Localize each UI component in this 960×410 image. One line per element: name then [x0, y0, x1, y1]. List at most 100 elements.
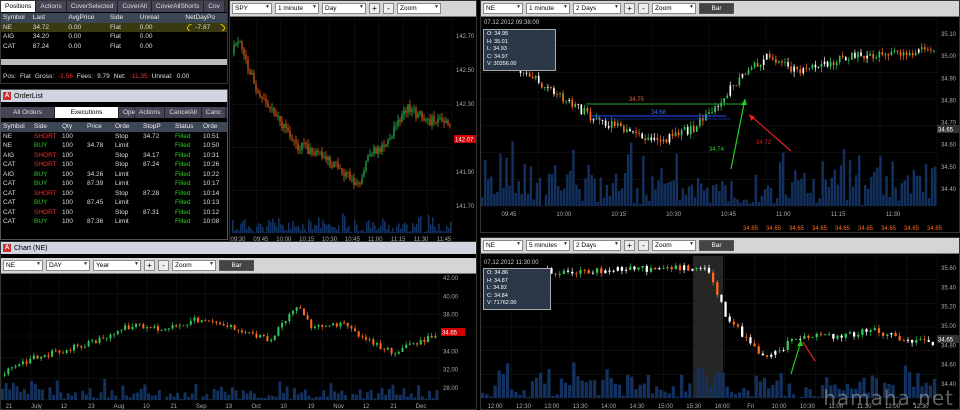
volume-bar: [430, 224, 432, 233]
cover-all-shorts-button[interactable]: CoverAllShorts: [151, 1, 205, 12]
col-price[interactable]: Price: [85, 123, 113, 130]
tab-executions[interactable]: Executions: [55, 107, 119, 118]
zoom-in-button[interactable]: +: [624, 3, 635, 14]
zoom-out-button[interactable]: -: [638, 240, 649, 251]
bar-style-button[interactable]: Bar: [699, 240, 734, 251]
candle-body: [815, 333, 818, 338]
spy-price-chart[interactable]: 142.70142.50142.30142.10141.90141.7009:3…: [230, 1, 477, 243]
volume-bar: [278, 218, 280, 233]
symbol-select[interactable]: NE ▼: [3, 260, 43, 271]
candle-body: [714, 106, 716, 113]
zoom-select[interactable]: Zoom ▼: [397, 3, 441, 14]
zoom-select[interactable]: Zoom ▼: [652, 3, 696, 14]
bar-style-button[interactable]: Bar: [219, 260, 254, 271]
table-row[interactable]: CAT BUY 100 87.36 Limit Filled 10:08: [1, 217, 227, 227]
interval-select[interactable]: DAY ▼: [46, 260, 90, 271]
cover-selected-button[interactable]: CoverSelected: [66, 1, 119, 12]
zoom-select[interactable]: Zoom ▼: [652, 240, 696, 251]
candle-body: [193, 317, 196, 321]
col-stop-price[interactable]: StopP: [141, 123, 173, 130]
cancel-all-button[interactable]: CancelAll: [165, 107, 202, 118]
candle-body: [346, 323, 349, 327]
col-avgprice[interactable]: AvgPrice: [66, 14, 108, 21]
volume-bar: [314, 396, 318, 400]
candle-body: [571, 271, 574, 274]
interval-select[interactable]: 5 minutes ▼: [526, 240, 570, 251]
volume-bar: [139, 388, 143, 400]
col-symbol[interactable]: Symbol: [1, 123, 32, 130]
table-row[interactable]: NE BUY 100 34.78 Limit Filled 10:50: [1, 141, 227, 151]
interval-select[interactable]: 1 minute ▼: [526, 3, 570, 14]
table-row[interactable]: AIG BUY 100 34.26 Limit Filled 10:22: [1, 170, 227, 180]
col-symbol[interactable]: Symbol: [1, 14, 31, 21]
table-row[interactable]: AIG SHORT 100 Stop 34.17 Filled 10:31: [1, 151, 227, 161]
cover-all-button[interactable]: CoverAll: [118, 1, 152, 12]
tab-all-orders[interactable]: All Orders: [1, 107, 55, 118]
zoom-out-button[interactable]: -: [638, 3, 649, 14]
table-row[interactable]: CAT SHORT 100 Stop 87.31 Filled 10:12: [1, 208, 227, 218]
positions-scrollbar[interactable]: [1, 59, 227, 65]
tab-open[interactable]: Ope: [119, 107, 135, 118]
col-status[interactable]: Status: [173, 123, 201, 130]
cover-more-button[interactable]: Cov: [204, 1, 225, 12]
col-netdaypos[interactable]: NetDayPo: [183, 14, 227, 21]
volume-bar: [398, 394, 402, 400]
volume-bar: [336, 393, 340, 400]
range-select[interactable]: Year ▼: [93, 260, 141, 271]
symbol-select[interactable]: SPY ▼: [232, 3, 272, 14]
table-row[interactable]: CAT SHORT 100 Stop 87.28 Filled 10:14: [1, 189, 227, 199]
col-last[interactable]: Last: [31, 14, 67, 21]
table-row[interactable]: CAT SHORT 100 Stop 87.24 Filled 10:26: [1, 160, 227, 170]
zoom-select[interactable]: Zoom ▼: [172, 260, 216, 271]
candle-body: [550, 87, 552, 89]
order-type: Limit: [115, 170, 129, 178]
col-order-time[interactable]: Orde: [201, 123, 227, 130]
col-side[interactable]: Side: [108, 14, 138, 21]
col-unreal[interactable]: Unreal: [138, 14, 184, 21]
candle-body: [604, 120, 607, 126]
tab-positions[interactable]: Positions: [1, 1, 37, 12]
candle-body: [51, 350, 54, 357]
table-row[interactable]: NE 34.72 0.00 Flat 0.00 -7.87: [1, 22, 227, 32]
candle-body: [890, 333, 893, 335]
zoom-in-button[interactable]: +: [369, 3, 380, 14]
positions-actions-button[interactable]: Actions: [36, 1, 67, 12]
orderlist-actions-button[interactable]: Actions: [135, 107, 166, 118]
range-select[interactable]: 2 Days ▼: [573, 3, 621, 14]
col-side[interactable]: Side: [32, 123, 60, 130]
table-row[interactable]: AIG 34.20 0.00 Flat 0.00: [1, 32, 227, 42]
volume-bar: [81, 390, 85, 400]
daily-window-titlebar[interactable]: A Chart (NE): [1, 242, 476, 254]
ne-5min-price-chart[interactable]: 35.6035.4035.2035.0034.8034.6034.4012:00…: [481, 238, 960, 410]
exit-arrow-head: [749, 114, 755, 121]
table-row[interactable]: CAT 87.24 0.00 Flat 0.00: [1, 42, 227, 52]
col-qty[interactable]: Qty: [60, 123, 85, 130]
table-row[interactable]: CAT BUY 100 87.39 Limit Filled 10:17: [1, 179, 227, 189]
candle-body: [857, 334, 860, 337]
zoom-in-button[interactable]: +: [144, 260, 155, 271]
symbol-select[interactable]: NE ▼: [483, 240, 523, 251]
candle-body: [579, 270, 582, 274]
candle-body: [248, 332, 251, 334]
table-row[interactable]: NE SHORT 100 Stop 34.72 Filled 10:51: [1, 132, 227, 142]
symbol-select[interactable]: NE ▼: [483, 3, 523, 14]
interval-select[interactable]: 1 minute ▼: [275, 3, 319, 14]
volume-bar: [746, 390, 750, 398]
table-row[interactable]: CAT BUY 100 87.45 Limit Filled 10:13: [1, 198, 227, 208]
range-select[interactable]: 2 Days ▼: [573, 240, 621, 251]
chevron-down-icon: ▼: [516, 241, 521, 247]
cancel-more-button[interactable]: Canc: [201, 107, 226, 118]
bar-style-button[interactable]: Bar: [699, 3, 734, 14]
candle-body: [616, 267, 619, 271]
zoom-out-button[interactable]: -: [383, 3, 394, 14]
col-order-type[interactable]: Orde: [113, 123, 141, 130]
orderlist-titlebar[interactable]: A OrderList: [1, 90, 227, 102]
zoom-out-button[interactable]: -: [158, 260, 169, 271]
candle-body: [848, 59, 850, 61]
zoom-in-button[interactable]: +: [624, 240, 635, 251]
net-value: -11.35: [129, 73, 148, 80]
candle-body: [289, 131, 291, 138]
range-select[interactable]: Day ▼: [322, 3, 366, 14]
candle-body: [287, 128, 289, 132]
candle-body: [175, 325, 178, 327]
